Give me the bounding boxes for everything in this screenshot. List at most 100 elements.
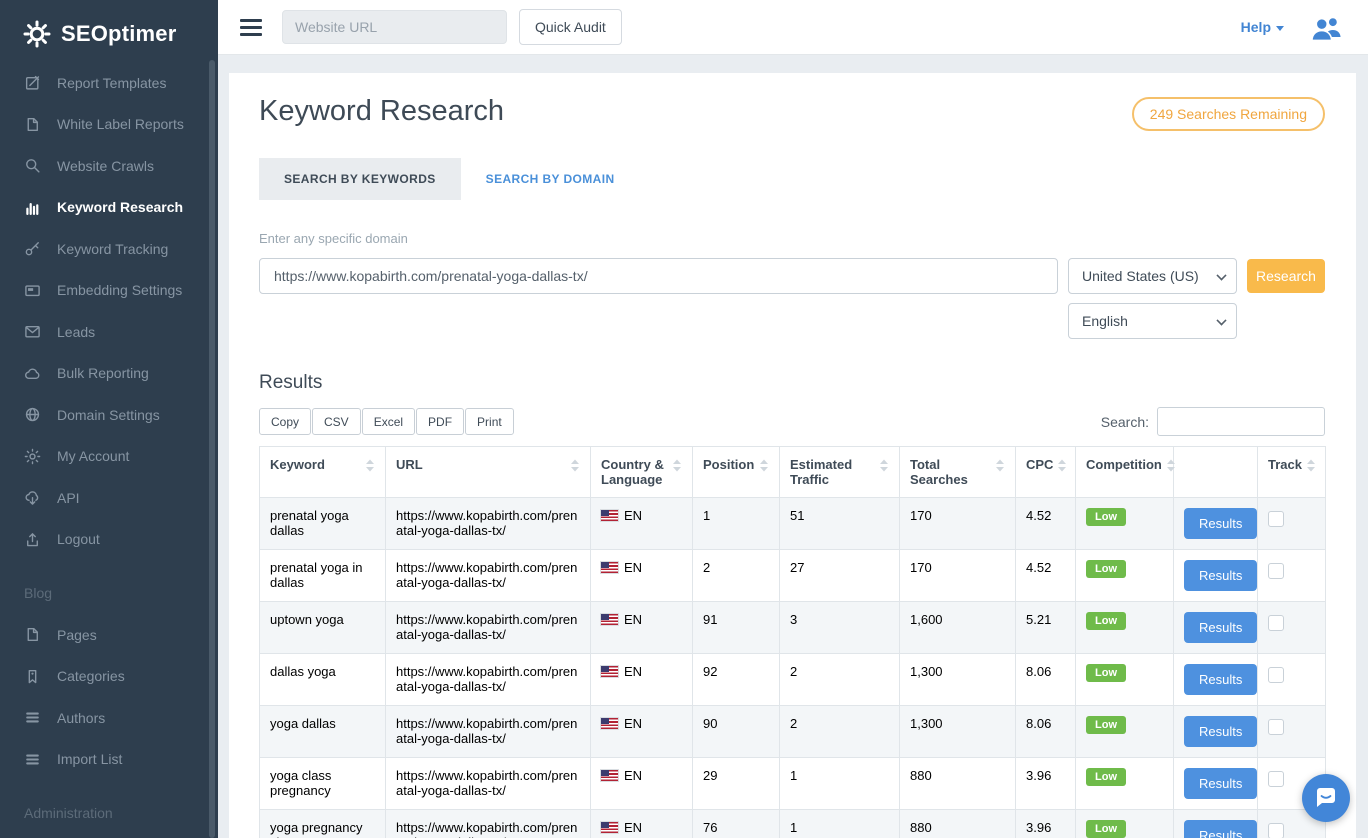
col-header-track[interactable]: Track xyxy=(1258,447,1326,498)
cell-url: https://www.kopabirth.com/prenatal-yoga-… xyxy=(386,654,591,706)
users-icon[interactable] xyxy=(1310,13,1344,41)
sidebar-item-leads[interactable]: Leads xyxy=(0,311,218,353)
export-copy-button[interactable]: Copy xyxy=(259,408,311,435)
cell-country-language: EN xyxy=(591,706,693,758)
cell-keyword: prenatal yoga dallas xyxy=(260,498,386,550)
file-icon xyxy=(24,116,41,133)
chat-bubble-icon xyxy=(1313,785,1339,811)
col-header-url[interactable]: URL xyxy=(386,447,591,498)
cell-competition: Low xyxy=(1076,602,1174,654)
cell-track xyxy=(1258,706,1326,758)
sidebar-item-white-label-reports[interactable]: White Label Reports xyxy=(0,104,218,146)
sidebar-scrollbar[interactable] xyxy=(209,60,215,838)
track-checkbox[interactable] xyxy=(1268,615,1284,631)
sidebar-item-api[interactable]: API xyxy=(0,477,218,519)
sort-icon[interactable] xyxy=(879,458,889,473)
col-header-keyword[interactable]: Keyword xyxy=(260,447,386,498)
cell-url: https://www.kopabirth.com/prenatal-yoga-… xyxy=(386,810,591,838)
results-button[interactable]: Results xyxy=(1184,716,1257,747)
track-checkbox[interactable] xyxy=(1268,563,1284,579)
track-checkbox[interactable] xyxy=(1268,667,1284,683)
sidebar-item-report-templates[interactable]: Report Templates xyxy=(0,62,218,104)
cell-competition: Low xyxy=(1076,498,1174,550)
results-button[interactable]: Results xyxy=(1184,560,1257,591)
col-header-total-searches[interactable]: Total Searches xyxy=(900,447,1016,498)
col-header-country-language[interactable]: Country & Language xyxy=(591,447,693,498)
track-checkbox[interactable] xyxy=(1268,719,1284,735)
cell-keyword: uptown yoga xyxy=(260,602,386,654)
website-url-input[interactable] xyxy=(282,10,507,44)
track-checkbox[interactable] xyxy=(1268,771,1284,787)
col-header-actions xyxy=(1174,447,1258,498)
sidebar-item-website-crawls[interactable]: Website Crawls xyxy=(0,145,218,187)
domain-input[interactable] xyxy=(259,258,1058,294)
results-button[interactable]: Results xyxy=(1184,768,1257,799)
cell-position: 91 xyxy=(693,602,780,654)
sidebar-item-my-account[interactable]: My Account xyxy=(0,436,218,478)
track-checkbox[interactable] xyxy=(1268,823,1284,838)
sidebar-item-embedding-settings[interactable]: Embedding Settings xyxy=(0,270,218,312)
sidebar-item-pages[interactable]: Pages xyxy=(0,614,218,656)
sidebar-item-logout[interactable]: Logout xyxy=(0,519,218,561)
hamburger-menu-icon[interactable] xyxy=(240,19,262,36)
export-csv-button[interactable]: CSV xyxy=(312,408,361,435)
sidebar-item-domain-settings[interactable]: Domain Settings xyxy=(0,394,218,436)
results-button[interactable]: Results xyxy=(1184,508,1257,539)
sort-icon[interactable] xyxy=(672,458,682,473)
brand[interactable]: SEOptimer xyxy=(0,0,218,55)
bar-chart-icon xyxy=(24,199,41,216)
search-icon xyxy=(24,157,41,174)
research-button[interactable]: Research xyxy=(1247,259,1325,293)
results-button[interactable]: Results xyxy=(1184,612,1257,643)
sort-icon[interactable] xyxy=(1057,458,1067,473)
country-select[interactable]: United States (US) xyxy=(1068,258,1237,294)
language-select[interactable]: English xyxy=(1068,303,1237,339)
sidebar-item-keyword-research[interactable]: Keyword Research xyxy=(0,187,218,229)
sort-icon[interactable] xyxy=(1306,458,1316,473)
chevron-down-icon xyxy=(1276,26,1284,31)
table-search-input[interactable] xyxy=(1157,407,1325,436)
file-icon xyxy=(24,626,41,643)
cell-actions: Results xyxy=(1174,706,1258,758)
sort-icon[interactable] xyxy=(995,458,1005,473)
sidebar-item-keyword-tracking[interactable]: Keyword Tracking xyxy=(0,228,218,270)
us-flag-icon xyxy=(601,718,618,729)
sidebar-section-administration: Administration xyxy=(0,792,218,834)
col-header-position[interactable]: Position xyxy=(693,447,780,498)
sidebar-item-bulk-reporting[interactable]: Bulk Reporting xyxy=(0,353,218,395)
sidebar-item-categories[interactable]: Categories xyxy=(0,656,218,698)
sort-icon[interactable] xyxy=(365,458,375,473)
export-print-button[interactable]: Print xyxy=(465,408,514,435)
col-header-estimated-traffic[interactable]: Estimated Traffic xyxy=(780,447,900,498)
export-pdf-button[interactable]: PDF xyxy=(416,408,464,435)
sort-icon[interactable] xyxy=(759,458,769,473)
tab-search-by-keywords[interactable]: SEARCH BY KEYWORDS xyxy=(259,158,461,200)
cell-url: https://www.kopabirth.com/prenatal-yoga-… xyxy=(386,550,591,602)
cell-country-language: EN xyxy=(591,550,693,602)
sort-icon[interactable] xyxy=(570,458,580,473)
results-button[interactable]: Results xyxy=(1184,664,1257,695)
bookmark-icon xyxy=(24,668,41,685)
sidebar-item-import-list[interactable]: Import List xyxy=(0,739,218,781)
quick-audit-button[interactable]: Quick Audit xyxy=(519,9,622,45)
sort-icon[interactable] xyxy=(1166,458,1176,473)
sidebar-item-authors[interactable]: Authors xyxy=(0,697,218,739)
cell-actions: Results xyxy=(1174,498,1258,550)
logout-icon xyxy=(24,531,41,548)
sidebar-item-label: Authors xyxy=(57,710,105,726)
domain-field-label: Enter any specific domain xyxy=(259,231,1325,246)
chat-widget-button[interactable] xyxy=(1302,774,1350,822)
envelope-icon xyxy=(24,323,41,340)
help-menu[interactable]: Help xyxy=(1241,19,1284,35)
table-row: prenatal yoga dallashttps://www.kopabirt… xyxy=(260,498,1326,550)
col-header-cpc[interactable]: CPC xyxy=(1016,447,1076,498)
cell-position: 76 xyxy=(693,810,780,838)
results-button[interactable]: Results xyxy=(1184,820,1257,838)
col-header-label: Position xyxy=(703,457,754,473)
col-header-competition[interactable]: Competition xyxy=(1076,447,1174,498)
seoptimer-logo-icon xyxy=(22,19,52,49)
track-checkbox[interactable] xyxy=(1268,511,1284,527)
export-excel-button[interactable]: Excel xyxy=(362,408,415,435)
cell-competition: Low xyxy=(1076,706,1174,758)
tab-search-by-domain[interactable]: SEARCH BY DOMAIN xyxy=(461,158,640,200)
